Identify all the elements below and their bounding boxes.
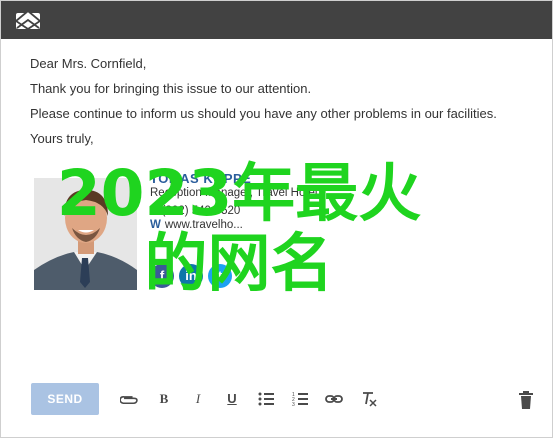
- clear-formatting-icon[interactable]: [358, 388, 380, 410]
- italic-button[interactable]: I: [187, 388, 209, 410]
- body-line: Thank you for bringing this issue to our…: [30, 81, 312, 96]
- underline-button[interactable]: U: [221, 388, 243, 410]
- svg-text:3: 3: [292, 402, 295, 407]
- bulleted-list-icon[interactable]: [255, 388, 277, 410]
- overlay-line-1: 2023年最火: [56, 157, 422, 230]
- message-body[interactable]: Dear Mrs. Cornfield, Thank you for bring…: [30, 51, 530, 151]
- numbered-list-icon[interactable]: 123: [289, 388, 311, 410]
- overlay-line-2: 的网名: [144, 227, 334, 300]
- watermark-overlay-text: 2023年最火 的网名: [39, 159, 439, 299]
- body-line: Dear Mrs. Cornfield,: [30, 56, 147, 71]
- bold-button[interactable]: B: [153, 388, 175, 410]
- send-button[interactable]: SEND: [31, 383, 99, 415]
- title-bar: [1, 1, 552, 39]
- mail-icon: [14, 9, 42, 31]
- body-line: Please continue to inform us should you …: [30, 106, 497, 121]
- link-icon[interactable]: [323, 388, 345, 410]
- compose-window: Dear Mrs. Cornfield, Thank you for bring…: [0, 0, 553, 438]
- body-line: Yours truly,: [30, 131, 94, 146]
- trash-icon[interactable]: [515, 388, 537, 410]
- compose-toolbar: SEND B I U 123: [1, 379, 552, 419]
- attachment-icon[interactable]: [118, 388, 140, 410]
